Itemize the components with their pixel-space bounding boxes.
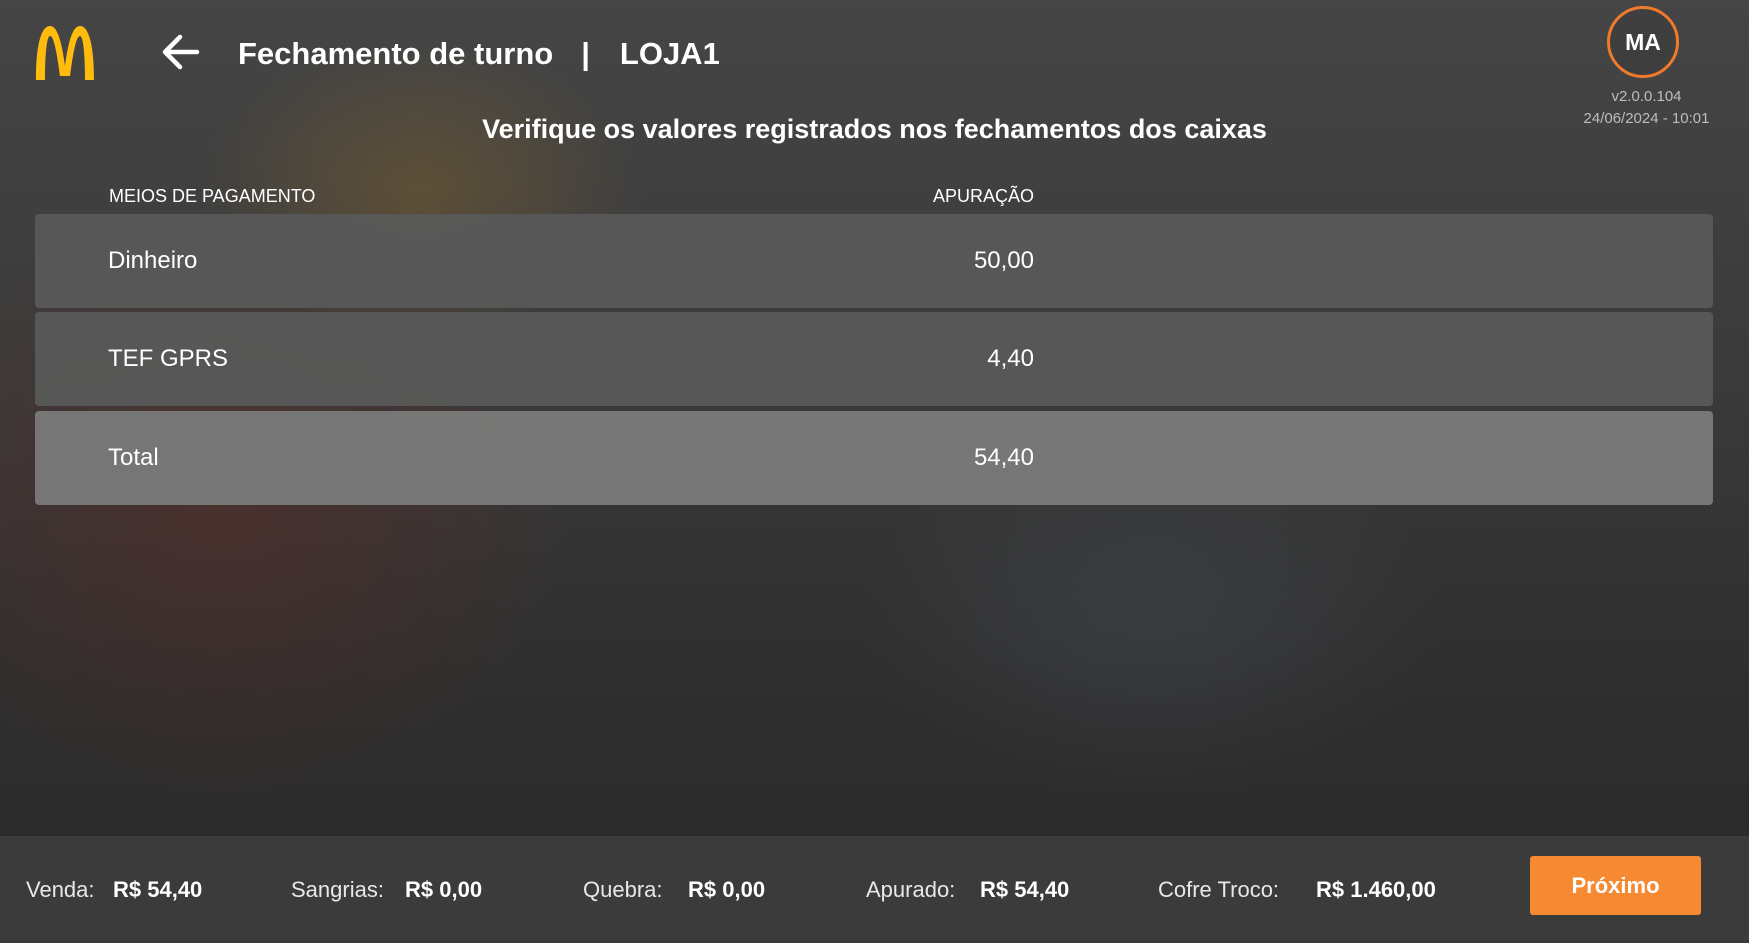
instruction-text: Verifique os valores registrados nos fec… xyxy=(482,114,1267,144)
screen: Fechamento de turno | LOJA1 MA v2.0.0.10… xyxy=(0,0,1749,943)
arrow-left-icon xyxy=(162,34,200,70)
row-amount: 50,00 xyxy=(973,247,1034,274)
back-button[interactable] xyxy=(158,30,202,74)
title-separator: | xyxy=(581,36,590,71)
sangrias-label: Sangrias: xyxy=(291,877,384,902)
quebra-label: Quebra: xyxy=(583,877,663,902)
column-header-method: MEIOS DE PAGAMENTO xyxy=(109,186,316,206)
column-header-amount: APURAÇÃO xyxy=(932,186,1034,206)
cofre-troco-label: Cofre Troco: xyxy=(1158,877,1280,902)
total-label: Total xyxy=(108,444,159,471)
store-name: LOJA1 xyxy=(619,36,720,71)
cofre-troco-value: R$ 1.460,00 xyxy=(1316,877,1436,902)
mcdonalds-logo-icon xyxy=(32,22,102,82)
page-title: Fechamento de turno | LOJA1 xyxy=(238,32,720,76)
quebra-value: R$ 0,00 xyxy=(688,877,766,902)
user-avatar[interactable]: MA xyxy=(1607,6,1679,78)
user-initials: MA xyxy=(1625,28,1661,55)
summary-footer: Venda: R$ 54,40 Sangrias: R$ 0,00 Quebra… xyxy=(0,836,1749,943)
table-header: MEIOS DE PAGAMENTO APURAÇÃO xyxy=(35,186,1713,210)
next-button-label: Próximo xyxy=(1571,872,1660,898)
venda-value: R$ 54,40 xyxy=(113,877,203,902)
apurado-label: Apurado: xyxy=(866,877,956,902)
table-total-row: Total 54,40 xyxy=(35,411,1713,505)
app-version: v2.0.0.104 xyxy=(1611,88,1682,105)
venda-label: Venda: xyxy=(26,877,95,902)
total-amount: 54,40 xyxy=(973,444,1034,471)
apurado-value: R$ 54,40 xyxy=(980,877,1070,902)
table-row: Dinheiro 50,00 xyxy=(35,214,1713,308)
row-method: Dinheiro xyxy=(108,247,198,274)
next-button[interactable]: Próximo xyxy=(1530,856,1701,915)
row-amount: 4,40 xyxy=(987,345,1034,372)
row-method: TEF GPRS xyxy=(108,345,229,372)
sangrias-value: R$ 0,00 xyxy=(405,877,483,902)
table-row: TEF GPRS 4,40 xyxy=(35,312,1713,406)
page-title-text: Fechamento de turno xyxy=(238,36,554,71)
